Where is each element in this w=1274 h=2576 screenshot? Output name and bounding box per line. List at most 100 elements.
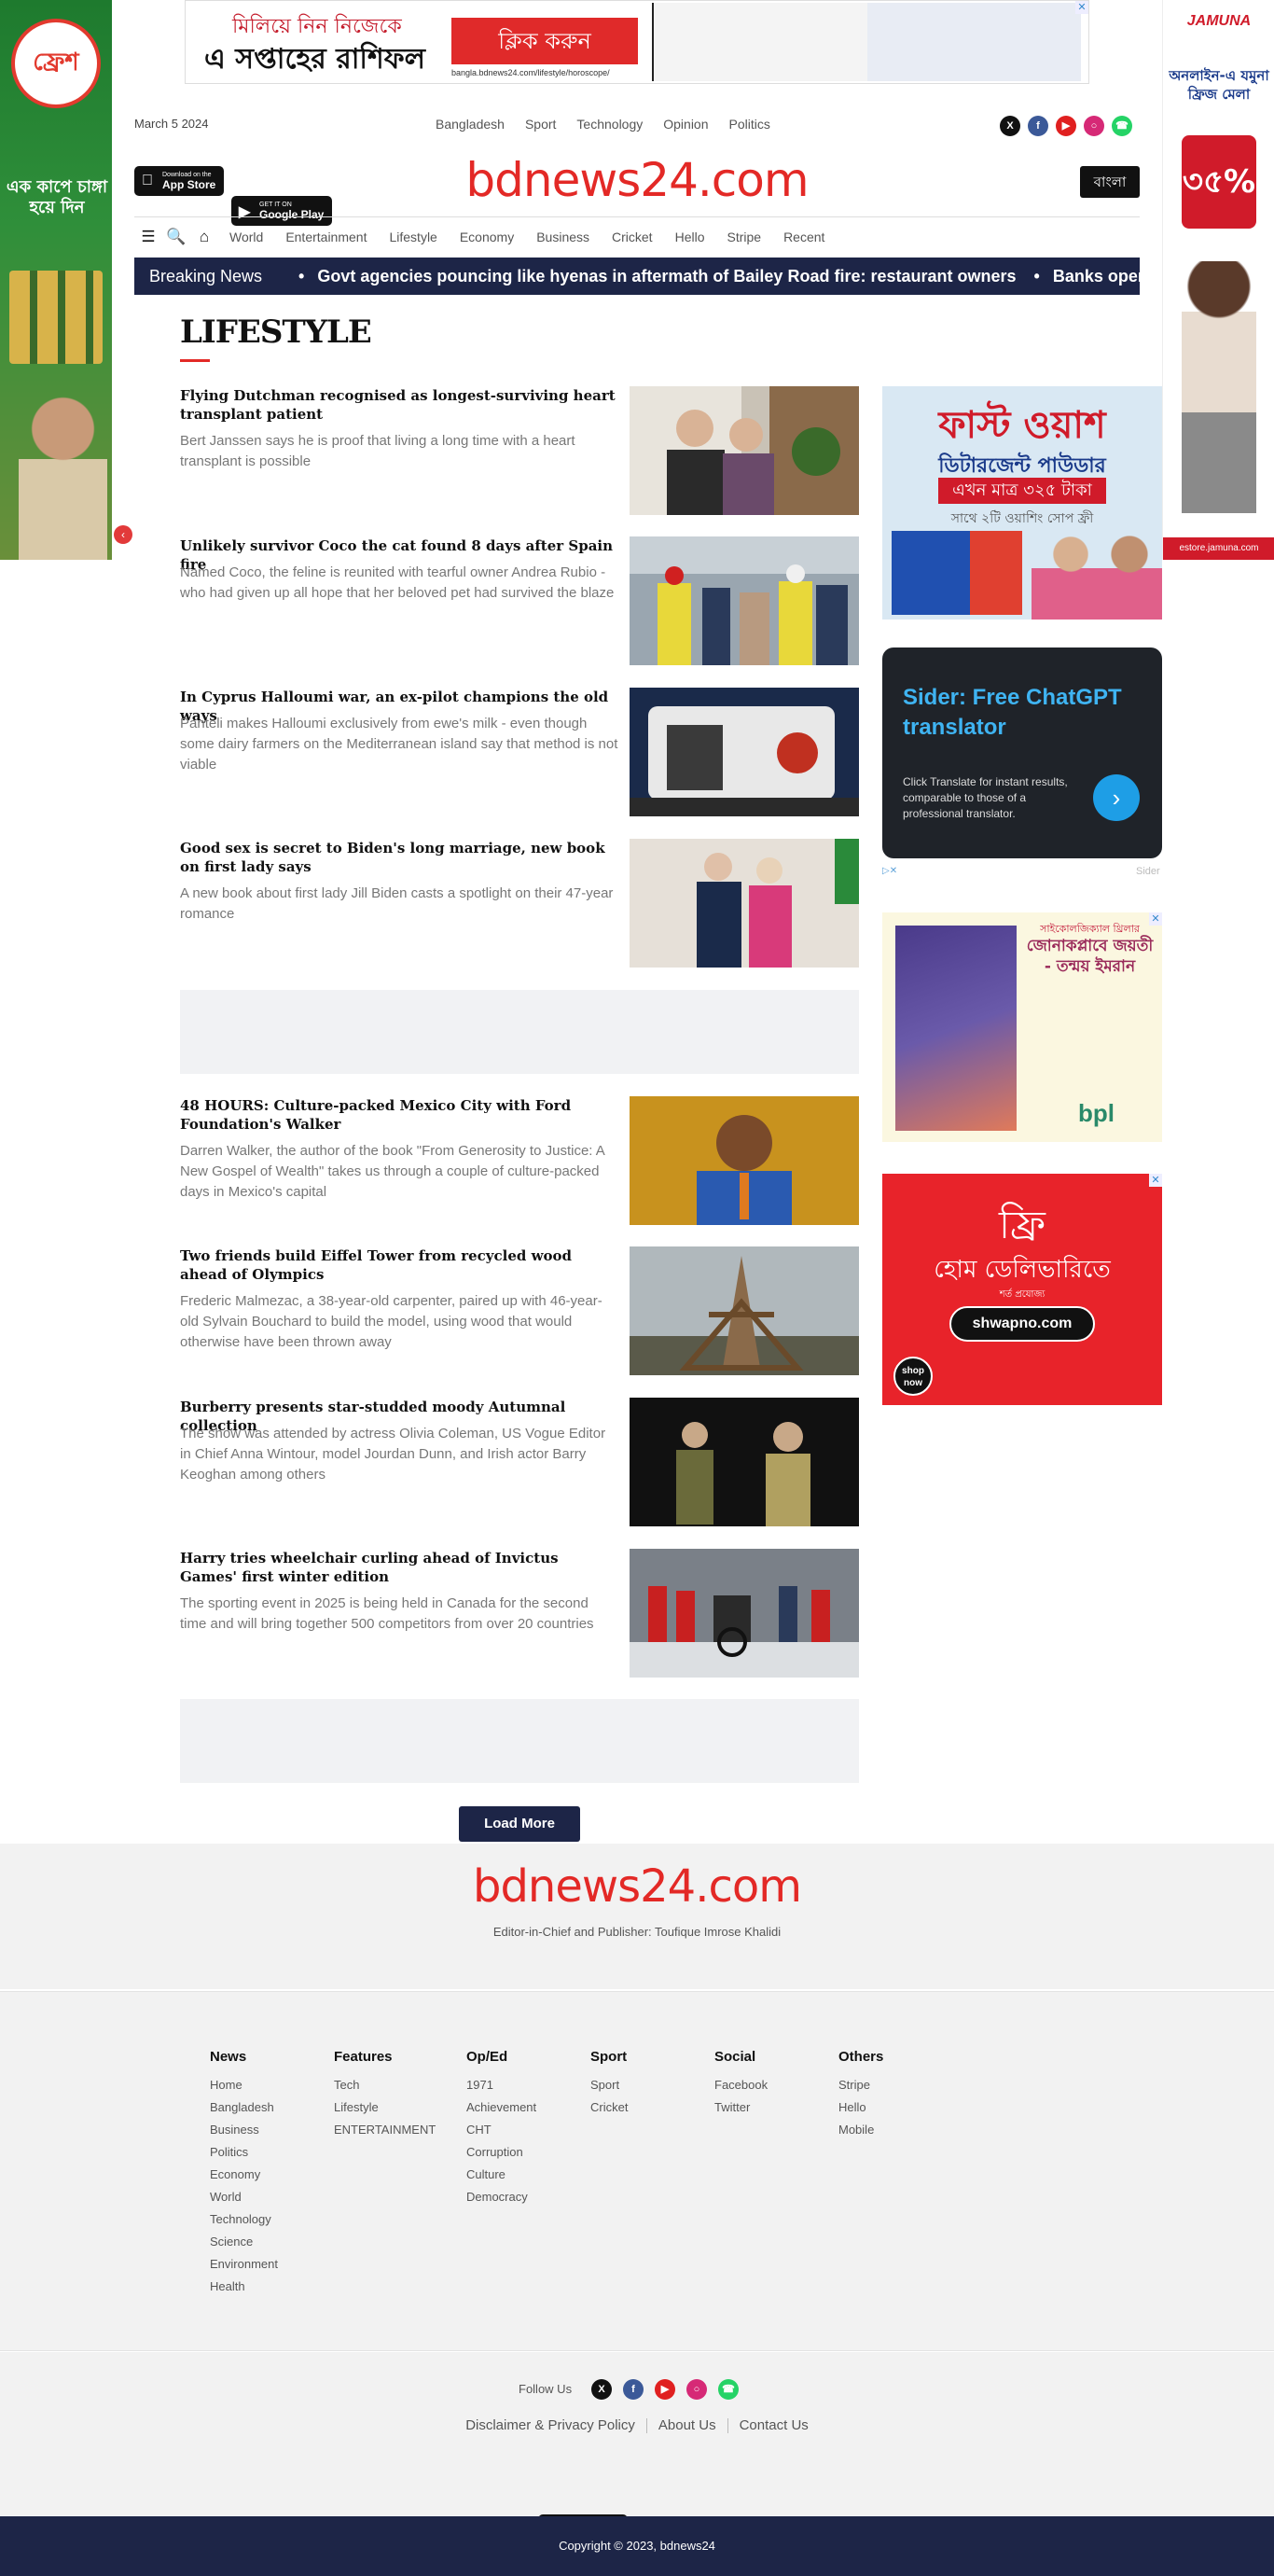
footer-link[interactable]: Technology [210,2208,278,2231]
footer-link[interactable]: Democracy [466,2186,536,2208]
topnav-bangladesh[interactable]: Bangladesh [436,117,505,132]
search-icon[interactable]: 🔍 [162,228,190,246]
article-image[interactable] [630,1549,859,1678]
disclaimer-link[interactable]: Disclaimer & Privacy Policy [465,2417,635,2433]
shop-now-badge[interactable]: shop now [893,1357,933,1396]
banner-cta-button[interactable]: ক্লিক করুন [451,18,638,64]
breaking-item[interactable]: Banks oper [1053,267,1140,285]
instagram-icon[interactable]: ○ [686,2379,707,2400]
footer-link[interactable]: 1971 [466,2074,536,2096]
article-image[interactable] [630,839,859,968]
nav-entertainment[interactable]: Entertainment [274,230,378,244]
nav-cricket[interactable]: Cricket [601,230,664,244]
article-image[interactable] [630,1096,859,1225]
article-card[interactable]: Good sex is secret to Biden's long marri… [180,839,859,968]
breaking-ticker[interactable]: • Govt agencies pouncing like hyenas in a… [285,267,1140,286]
nav-business[interactable]: Business [525,230,601,244]
facebook-icon[interactable]: f [1028,116,1048,136]
footer-link[interactable]: Facebook [714,2074,768,2096]
youtube-icon[interactable]: ▶ [655,2379,675,2400]
chevron-right-icon[interactable]: › [1093,774,1140,821]
article-card[interactable]: Flying Dutchman recognised as longest-su… [180,386,859,515]
footer-link[interactable]: Sport [590,2074,628,2096]
ad-close-icon[interactable]: ✕ [1149,912,1162,926]
article-image[interactable] [630,1246,859,1375]
contact-link[interactable]: Contact Us [740,2417,809,2433]
footer-link[interactable]: Lifestyle [334,2096,436,2119]
footer-logo[interactable]: bdnews24.com [0,1860,1274,1913]
home-icon[interactable]: ⌂ [190,228,218,246]
footer-link[interactable]: Economy [210,2164,278,2186]
footer-link[interactable]: Business [210,2119,278,2141]
topnav-sport[interactable]: Sport [525,117,556,132]
detergent-ad[interactable]: ফাস্ট ওয়াশ ডিটারজেন্ট পাউডার এখন মাত্র … [882,386,1162,620]
book-ad[interactable]: সাইকোলজিক্যাল থ্রিলার জোনাকপ্লাবে জয়তী … [882,912,1162,1142]
ad-choices-icon[interactable]: ▷✕ [882,866,897,876]
article-headline[interactable]: Harry tries wheelchair curling ahead of … [180,1549,618,1586]
nav-world[interactable]: World [218,230,274,244]
footer-link[interactable]: Mobile [838,2119,883,2141]
whatsapp-icon[interactable]: ☎ [1112,116,1132,136]
shwapno-ad[interactable]: ফ্রি হোম ডেলিভারিতে শর্ত প্রযোজ্য shwapn… [882,1174,1162,1405]
footer-link[interactable]: Twitter [714,2096,768,2119]
x-icon[interactable]: X [591,2379,612,2400]
footer-link[interactable]: Home [210,2074,278,2096]
top-banner-ad[interactable]: মিলিয়ে নিন নিজেকে এ সপ্তাহের রাশিফল ক্ল… [185,0,1089,84]
topnav-opinion[interactable]: Opinion [663,117,708,132]
article-image[interactable] [630,1398,859,1526]
footer-link[interactable]: Science [210,2231,278,2253]
article-headline[interactable]: Two friends build Eiffel Tower from recy… [180,1246,618,1284]
article-card[interactable]: Two friends build Eiffel Tower from recy… [180,1246,859,1375]
ad-url-button[interactable]: shwapno.com [949,1306,1095,1342]
article-headline[interactable]: Good sex is secret to Biden's long marri… [180,839,618,876]
article-image[interactable] [630,536,859,665]
ad-close-icon[interactable]: ✕ [1149,1174,1162,1187]
footer-link[interactable]: Environment [210,2253,278,2276]
footer-link[interactable]: Achievement [466,2096,536,2119]
footer-link[interactable]: World [210,2186,278,2208]
topnav-technology[interactable]: Technology [576,117,643,132]
article-card[interactable]: Unlikely survivor Coco the cat found 8 d… [180,536,859,665]
sider-ad[interactable]: Sider: Free ChatGPT translator Click Tra… [882,647,1162,858]
nav-recent[interactable]: Recent [772,230,836,244]
footer-link[interactable]: Culture [466,2164,536,2186]
article-card[interactable]: 48 HOURS: Culture-packed Mexico City wit… [180,1096,859,1225]
nav-hello[interactable]: Hello [664,230,716,244]
footer-link[interactable]: ENTERTAINMENT [334,2119,436,2141]
topnav-politics[interactable]: Politics [729,117,770,132]
instagram-icon[interactable]: ○ [1084,116,1104,136]
footer-link[interactable]: Health [210,2276,278,2298]
whatsapp-icon[interactable]: ☎ [718,2379,739,2400]
footer-link[interactable]: CHT [466,2119,536,2141]
article-image[interactable] [630,688,859,816]
article-headline[interactable]: Flying Dutchman recognised as longest-su… [180,386,618,424]
nav-stripe[interactable]: Stripe [715,230,772,244]
footer-link[interactable]: Politics [210,2141,278,2164]
footer-link[interactable]: Stripe [838,2074,883,2096]
about-link[interactable]: About Us [658,2417,716,2433]
load-more-button[interactable]: Load More [459,1806,580,1842]
footer-link[interactable]: Bangladesh [210,2096,278,2119]
menu-icon[interactable]: ☰ [134,228,162,246]
ad-close-icon[interactable]: ✕ [1075,1,1088,14]
article-card[interactable]: In Cyprus Halloumi war, an ex-pilot cham… [180,688,859,816]
youtube-icon[interactable]: ▶ [1056,116,1076,136]
nav-economy[interactable]: Economy [449,230,525,244]
footer-link[interactable]: Corruption [466,2141,536,2164]
footer-link[interactable]: Tech [334,2074,436,2096]
nav-lifestyle[interactable]: Lifestyle [378,230,448,244]
footer-link[interactable]: Hello [838,2096,883,2119]
article-card[interactable]: Burberry presents star-studded moody Aut… [180,1398,859,1526]
chevron-left-icon[interactable]: ‹ [114,525,132,544]
article-image[interactable] [630,386,859,515]
x-icon[interactable]: X [1000,116,1020,136]
left-side-ad[interactable]: ফ্রেশ এক কাপে চাঙ্গা হয়ে দিন [0,0,112,560]
copyright: Copyright © 2023, bdnews24 [0,2516,1274,2576]
right-side-ad[interactable]: JAMUNA অনলাইন-এ যমুনা ফ্রিজ মেলা ৩৫% ছাড… [1162,0,1274,560]
footer-link[interactable]: Cricket [590,2096,628,2119]
article-headline[interactable]: 48 HOURS: Culture-packed Mexico City wit… [180,1096,618,1134]
breaking-item[interactable]: Govt agencies pouncing like hyenas in af… [317,267,1016,285]
facebook-icon[interactable]: f [623,2379,644,2400]
language-button[interactable]: বাংলা [1080,166,1140,198]
article-card[interactable]: Harry tries wheelchair curling ahead of … [180,1549,859,1678]
